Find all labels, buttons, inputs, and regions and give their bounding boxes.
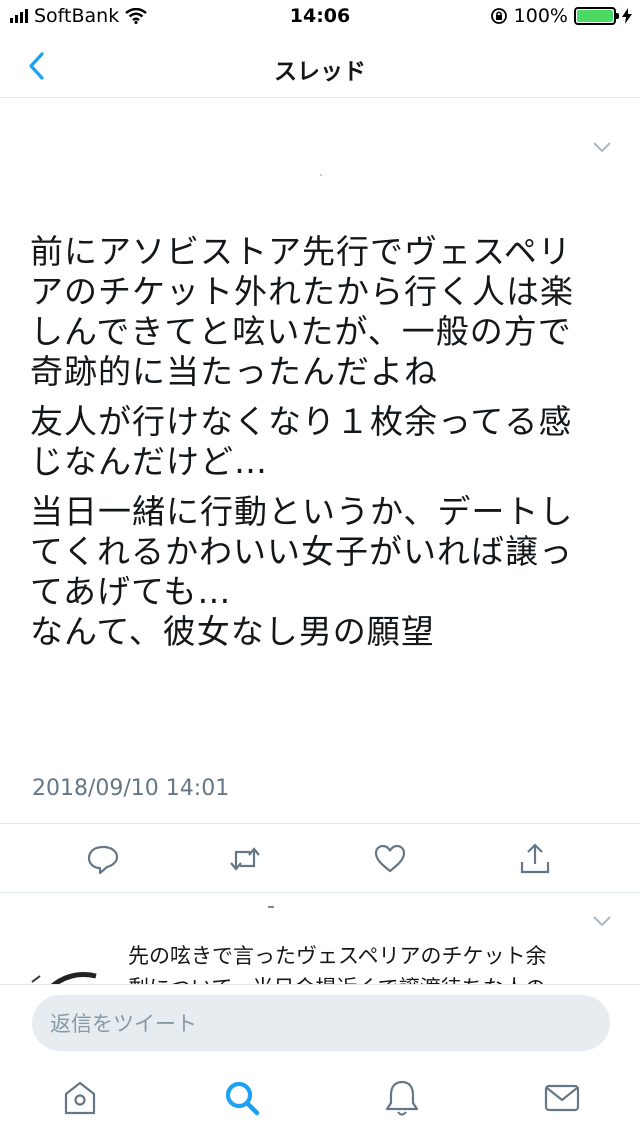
search-icon[interactable] (222, 1078, 262, 1118)
reply-line: 先の呟きで言ったヴェスペリアのチケット余 (128, 944, 547, 968)
page-title: スレッド (274, 59, 366, 85)
like-icon[interactable] (373, 842, 407, 876)
tweet-line: アのチケット外れたから行く人は楽 (30, 272, 574, 311)
reply-menu-caret-icon[interactable] (592, 914, 612, 928)
tweet-paragraph: 当日一緒に行動というか、デートし てくれるかわいい女子がいれば譲っ てあげても…… (30, 492, 620, 652)
tweet-line: 当日一緒に行動というか、デートし (30, 492, 574, 531)
tweet-line: 友人が行けなくなり１枚余ってる感 (30, 402, 573, 441)
share-icon[interactable] (518, 842, 552, 876)
tweet-action-bar (0, 823, 640, 893)
reply-input[interactable]: 返信をツイート (32, 995, 610, 1051)
navigation-bar: スレッド (0, 34, 640, 98)
avatar[interactable] (30, 968, 100, 984)
tweet-timestamp: 2018/09/10 14:01 (32, 776, 230, 801)
reply-icon[interactable] (86, 842, 120, 876)
reply-line: 剰について、当日会場近くで譲渡待ちな人の (128, 972, 608, 984)
tab-bar (0, 1064, 640, 1137)
battery-fill (577, 10, 613, 22)
tweet-line: てあげても… (30, 572, 232, 611)
status-bar: SoftBank 14:06 100% (0, 0, 640, 34)
battery-percent: 100% (513, 5, 568, 27)
tweet-line: なんて、彼女なし男の願望 (30, 612, 435, 651)
tweet-paragraph: 前にアソビストア先行でヴェスペリ アのチケット外れたから行く人は楽 しんできてと… (30, 232, 620, 392)
tweet-line: じなんだけど… (30, 442, 268, 481)
charging-bolt-icon (622, 8, 632, 24)
reply-mark (268, 906, 274, 908)
tweet-line: 奇跡的に当たったんだよね (30, 352, 438, 391)
tweet-line: てくれるかわいい女子がいれば譲っ (30, 532, 574, 571)
reply-preview[interactable]: 先の呟きで言ったヴェスペリアのチケット余 剰について、当日会場近くで譲渡待ちな人… (0, 894, 640, 984)
tweet-paragraph: 友人が行けなくなり１枚余ってる感 じなんだけど… (30, 402, 620, 482)
retweet-icon[interactable] (228, 842, 262, 876)
battery-icon (574, 7, 619, 25)
reply-text: 先の呟きで言ったヴェスペリアのチケット余 剰について、当日会場近くで譲渡待ちな人… (128, 940, 608, 984)
messages-icon[interactable] (542, 1078, 582, 1118)
tweet-menu-caret-icon[interactable] (592, 140, 612, 154)
status-right: 100% (490, 5, 632, 27)
home-icon[interactable] (60, 1078, 100, 1118)
tweet-text: 前にアソビストア先行でヴェスペリ アのチケット外れたから行く人は楽 しんできてと… (30, 232, 620, 662)
tweet-line: 前にアソビストア先行でヴェスペリ (30, 232, 572, 271)
orientation-lock-icon (490, 8, 507, 24)
notifications-icon[interactable] (382, 1078, 422, 1118)
tweet-line: しんできてと呟いたが、一般の方で (30, 312, 572, 351)
compose-area: 返信をツイート (0, 984, 640, 1064)
header-mark (320, 174, 322, 176)
